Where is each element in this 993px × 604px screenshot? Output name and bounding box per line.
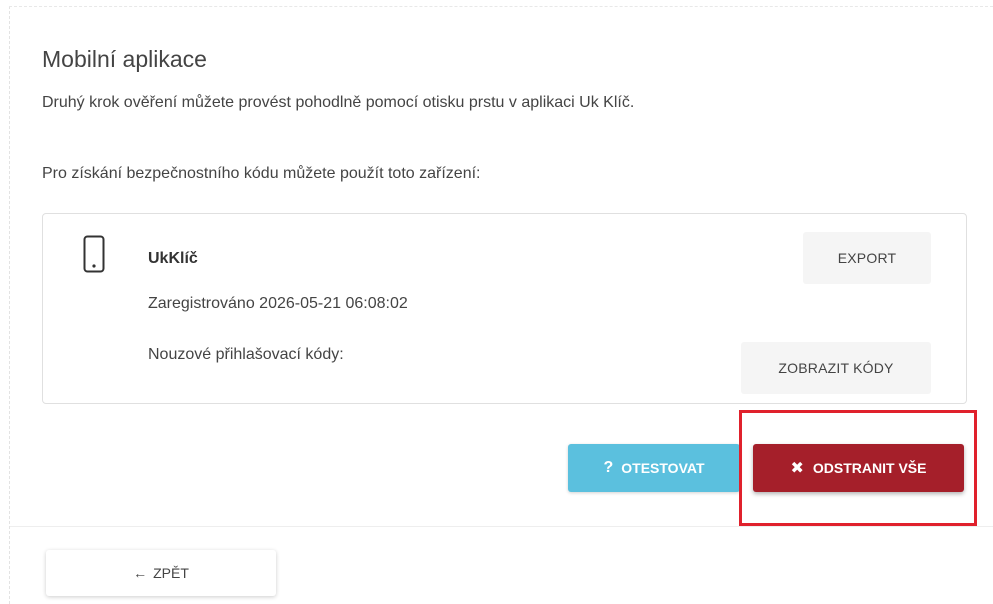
panel-border-left (9, 6, 10, 604)
section-description: Druhý krok ověření můžete provést pohodl… (42, 94, 635, 111)
device-name: UkKlíč (148, 250, 198, 267)
device-card: UkKlíč Zaregistrováno 2026-05-21 06:08:0… (42, 213, 967, 404)
back-button[interactable]: ← ZPĚT (46, 550, 276, 596)
test-button-label: OTESTOVAT (621, 460, 705, 476)
device-instruction: Pro získání bezpečnostního kódu můžete p… (42, 165, 481, 182)
footer-divider (10, 526, 993, 527)
arrow-left-icon: ← (133, 565, 148, 581)
panel-border-top (9, 6, 993, 7)
test-button[interactable]: ? OTESTOVAT (568, 444, 740, 492)
page: Mobilní aplikace Druhý krok ověření může… (0, 0, 993, 604)
section-title: Mobilní aplikace (42, 46, 207, 72)
show-codes-button[interactable]: ZOBRAZIT KÓDY (741, 342, 931, 394)
highlight-annotation (739, 410, 977, 526)
question-icon: ? (603, 459, 614, 476)
device-registered-date: Zaregistrováno 2026-05-21 06:08:02 (148, 295, 408, 312)
export-button[interactable]: EXPORT (803, 232, 931, 284)
back-button-label: ZPĚT (153, 565, 189, 581)
smartphone-icon (83, 235, 105, 273)
emergency-codes-label: Nouzové přihlašovací kódy: (148, 346, 344, 363)
